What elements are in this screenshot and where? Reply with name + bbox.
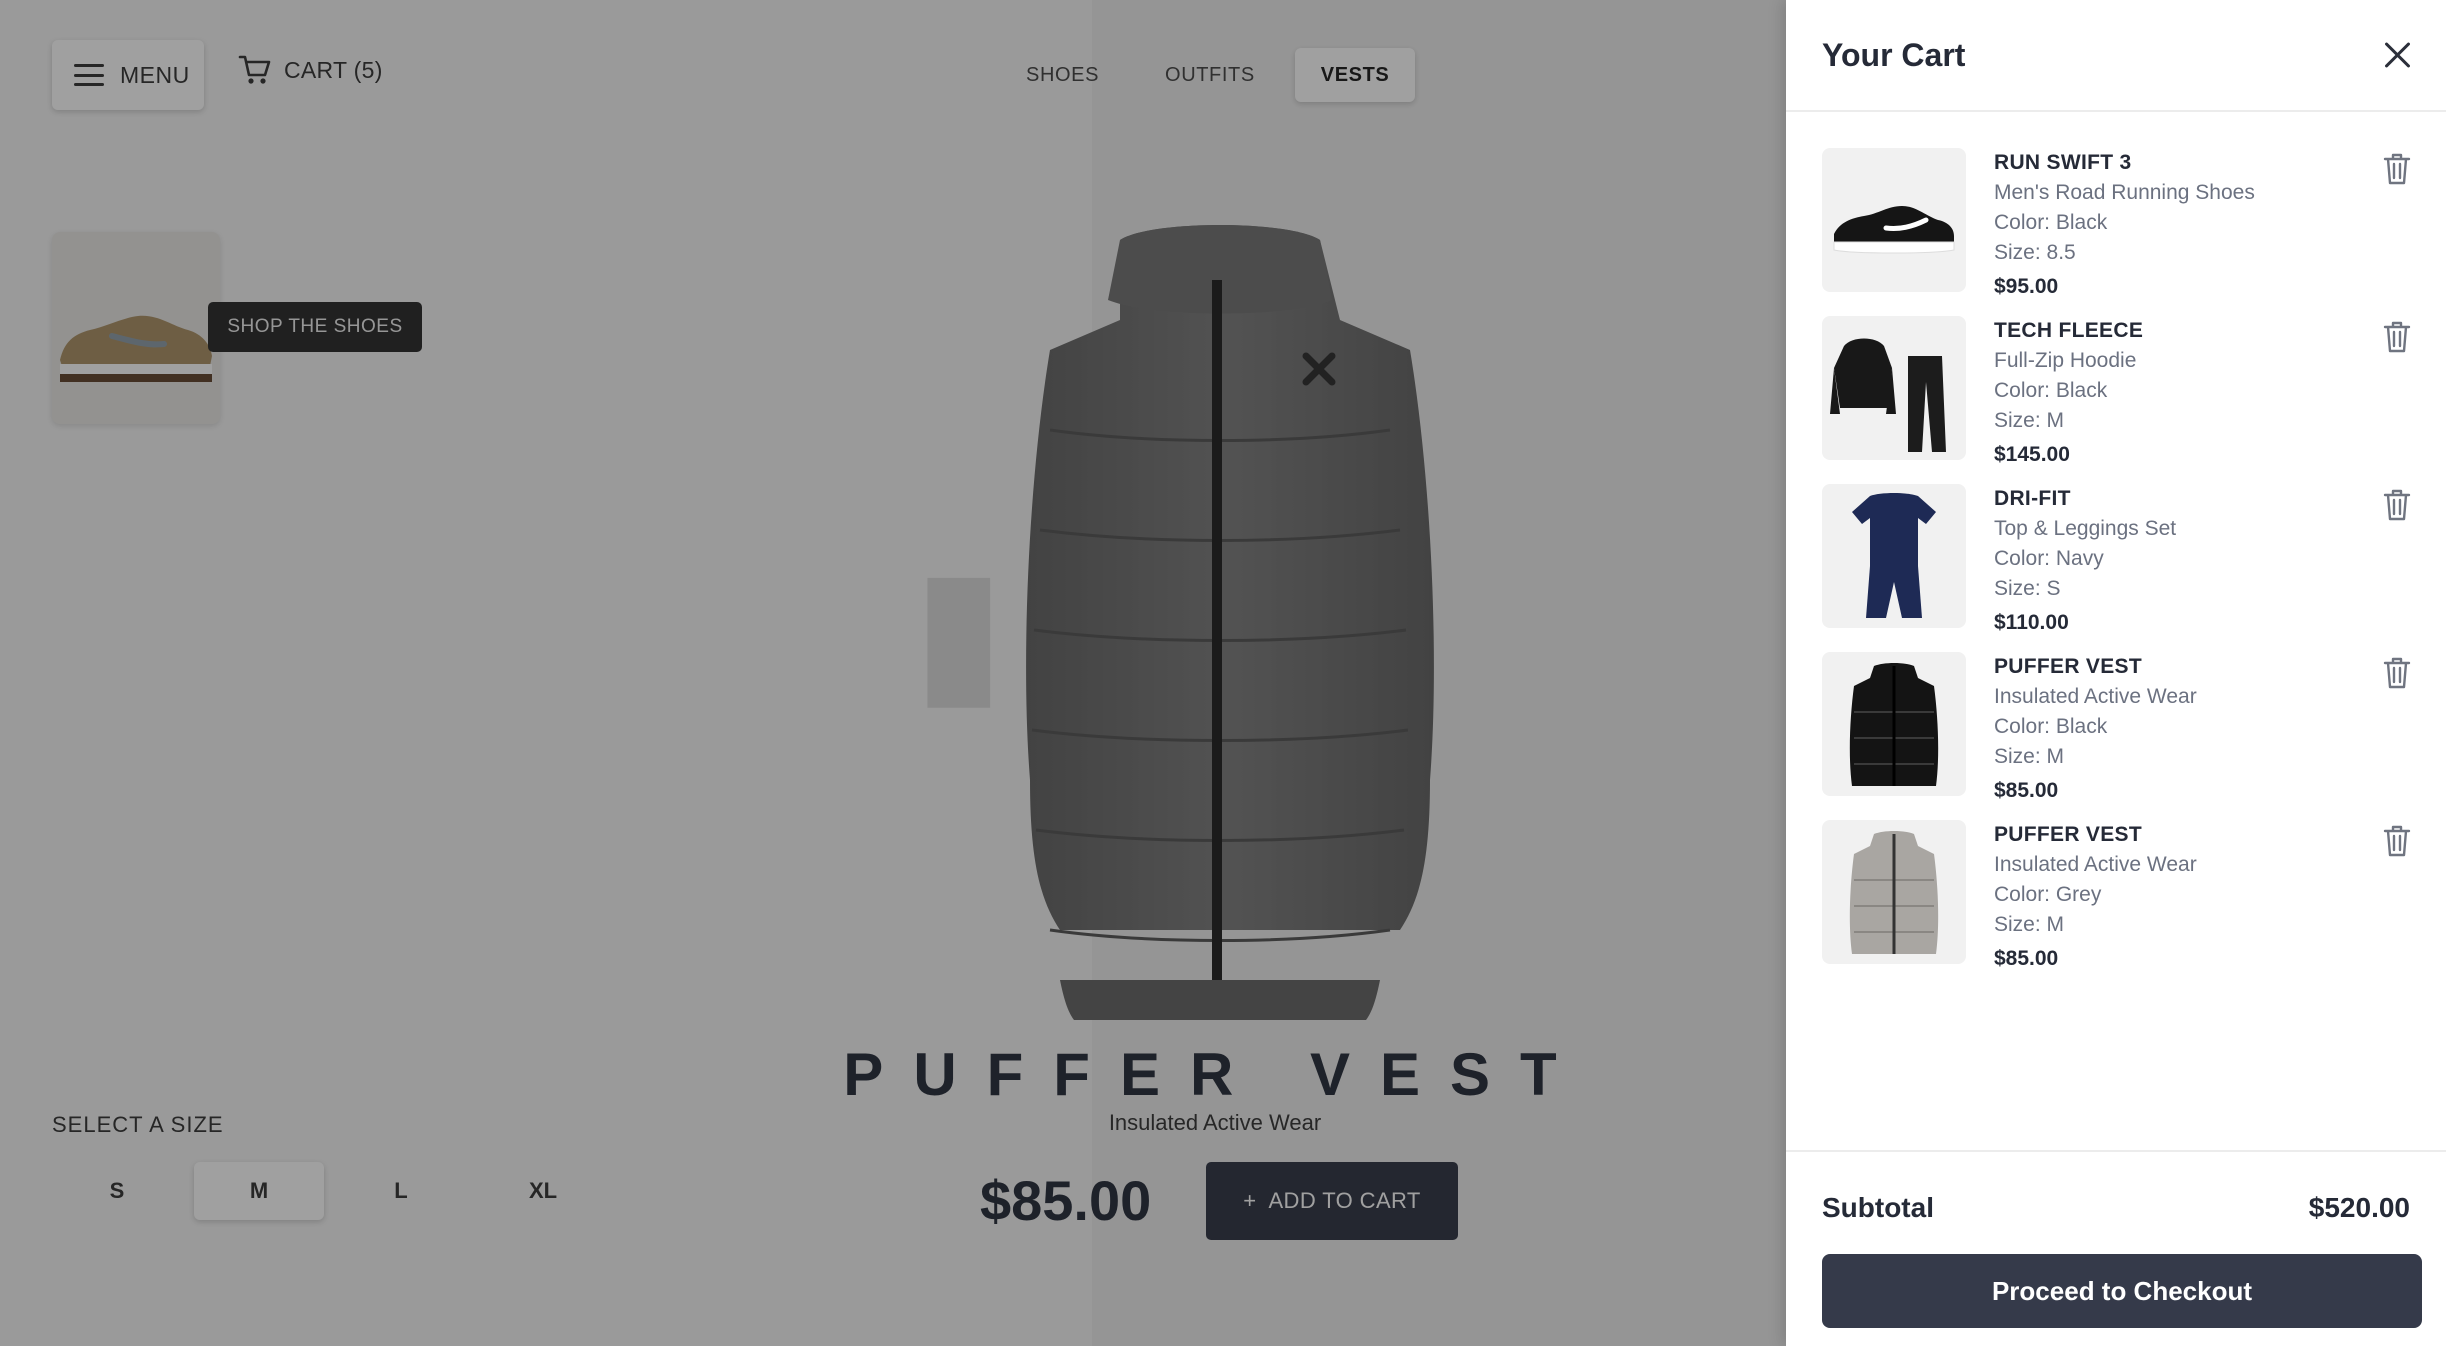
cart-item-price: $145.00 [1994, 443, 2070, 466]
cart-item-thumbnail [1822, 652, 1966, 796]
cart-item: RUN SWIFT 3 Men's Road Running Shoes Col… [1822, 148, 2412, 316]
black-vest-image [1849, 663, 1939, 786]
cart-item-description: Top & Leggings Set [1994, 517, 2177, 540]
dri-fit-image [1852, 493, 1936, 618]
cart-header: Your Cart [1786, 0, 2446, 112]
cart-item-thumbnail [1822, 148, 1966, 292]
cart-item-size: Size: M [1994, 913, 2065, 936]
cart-items-list: RUN SWIFT 3 Men's Road Running Shoes Col… [1822, 148, 2412, 988]
cart-item-color: Color: Black [1994, 379, 2108, 402]
cart-item: PUFFER VEST Insulated Active Wear Color:… [1822, 652, 2412, 820]
cart-item: DRI-FIT Top & Leggings Set Color: Navy S… [1822, 484, 2412, 652]
cart-item-description: Insulated Active Wear [1994, 685, 2197, 708]
cart-item-size: Size: S [1994, 577, 2061, 600]
close-icon[interactable] [2382, 40, 2412, 70]
cart-item-description: Men's Road Running Shoes [1994, 181, 2255, 204]
trash-icon[interactable] [2382, 152, 2412, 186]
cart-item-name: PUFFER VEST [1994, 655, 2142, 678]
cart-item-size: Size: M [1994, 745, 2065, 768]
cart-item-thumbnail [1822, 316, 1966, 460]
checkout-button[interactable]: Proceed to Checkout [1822, 1254, 2422, 1328]
cart-item: PUFFER VEST Insulated Active Wear Color:… [1822, 820, 2412, 988]
trash-icon[interactable] [2382, 656, 2412, 690]
cart-item-price: $110.00 [1994, 611, 2069, 634]
trash-icon[interactable] [2382, 488, 2412, 522]
cart-item-price: $85.00 [1994, 947, 2059, 970]
cart-item-color: Color: Black [1994, 715, 2108, 738]
cart-item-price: $85.00 [1994, 779, 2059, 802]
cart-item-thumbnail [1822, 484, 1966, 628]
cart-item-description: Full-Zip Hoodie [1994, 349, 2137, 372]
subtotal-label: Subtotal [1822, 1192, 1934, 1223]
cart-item-name: PUFFER VEST [1994, 823, 2142, 846]
cart-title: Your Cart [1822, 36, 1966, 73]
cart-drawer: Your Cart RUN SWIFT 3 Men's Road Running… [1786, 0, 2446, 1346]
cart-item-description: Insulated Active Wear [1994, 853, 2197, 876]
cart-item-color: Color: Grey [1994, 883, 2102, 906]
cart-item: TECH FLEECE Full-Zip Hoodie Color: Black… [1822, 316, 2412, 484]
cart-item-name: TECH FLEECE [1994, 319, 2144, 342]
grey-vest-image [1849, 831, 1939, 954]
subtotal-row: Subtotal $520.00 [1822, 1192, 2410, 1224]
cart-item-size: Size: M [1994, 409, 2065, 432]
cart-item-color: Color: Black [1994, 211, 2108, 234]
cart-item-name: RUN SWIFT 3 [1994, 151, 2132, 174]
running-shoe-image [1833, 206, 1955, 254]
cart-item-price: $95.00 [1994, 275, 2059, 298]
cart-footer: Subtotal $520.00 Proceed to Checkout [1786, 1150, 2446, 1346]
trash-icon[interactable] [2382, 824, 2412, 858]
cart-item-thumbnail [1822, 820, 1966, 964]
cart-item-color: Color: Navy [1994, 547, 2104, 570]
tech-fleece-image [1830, 338, 1946, 452]
cart-item-name: DRI-FIT [1994, 487, 2071, 510]
trash-icon[interactable] [2382, 320, 2412, 354]
cart-item-size: Size: 8.5 [1994, 241, 2076, 264]
subtotal-value: $520.00 [2308, 1192, 2410, 1223]
